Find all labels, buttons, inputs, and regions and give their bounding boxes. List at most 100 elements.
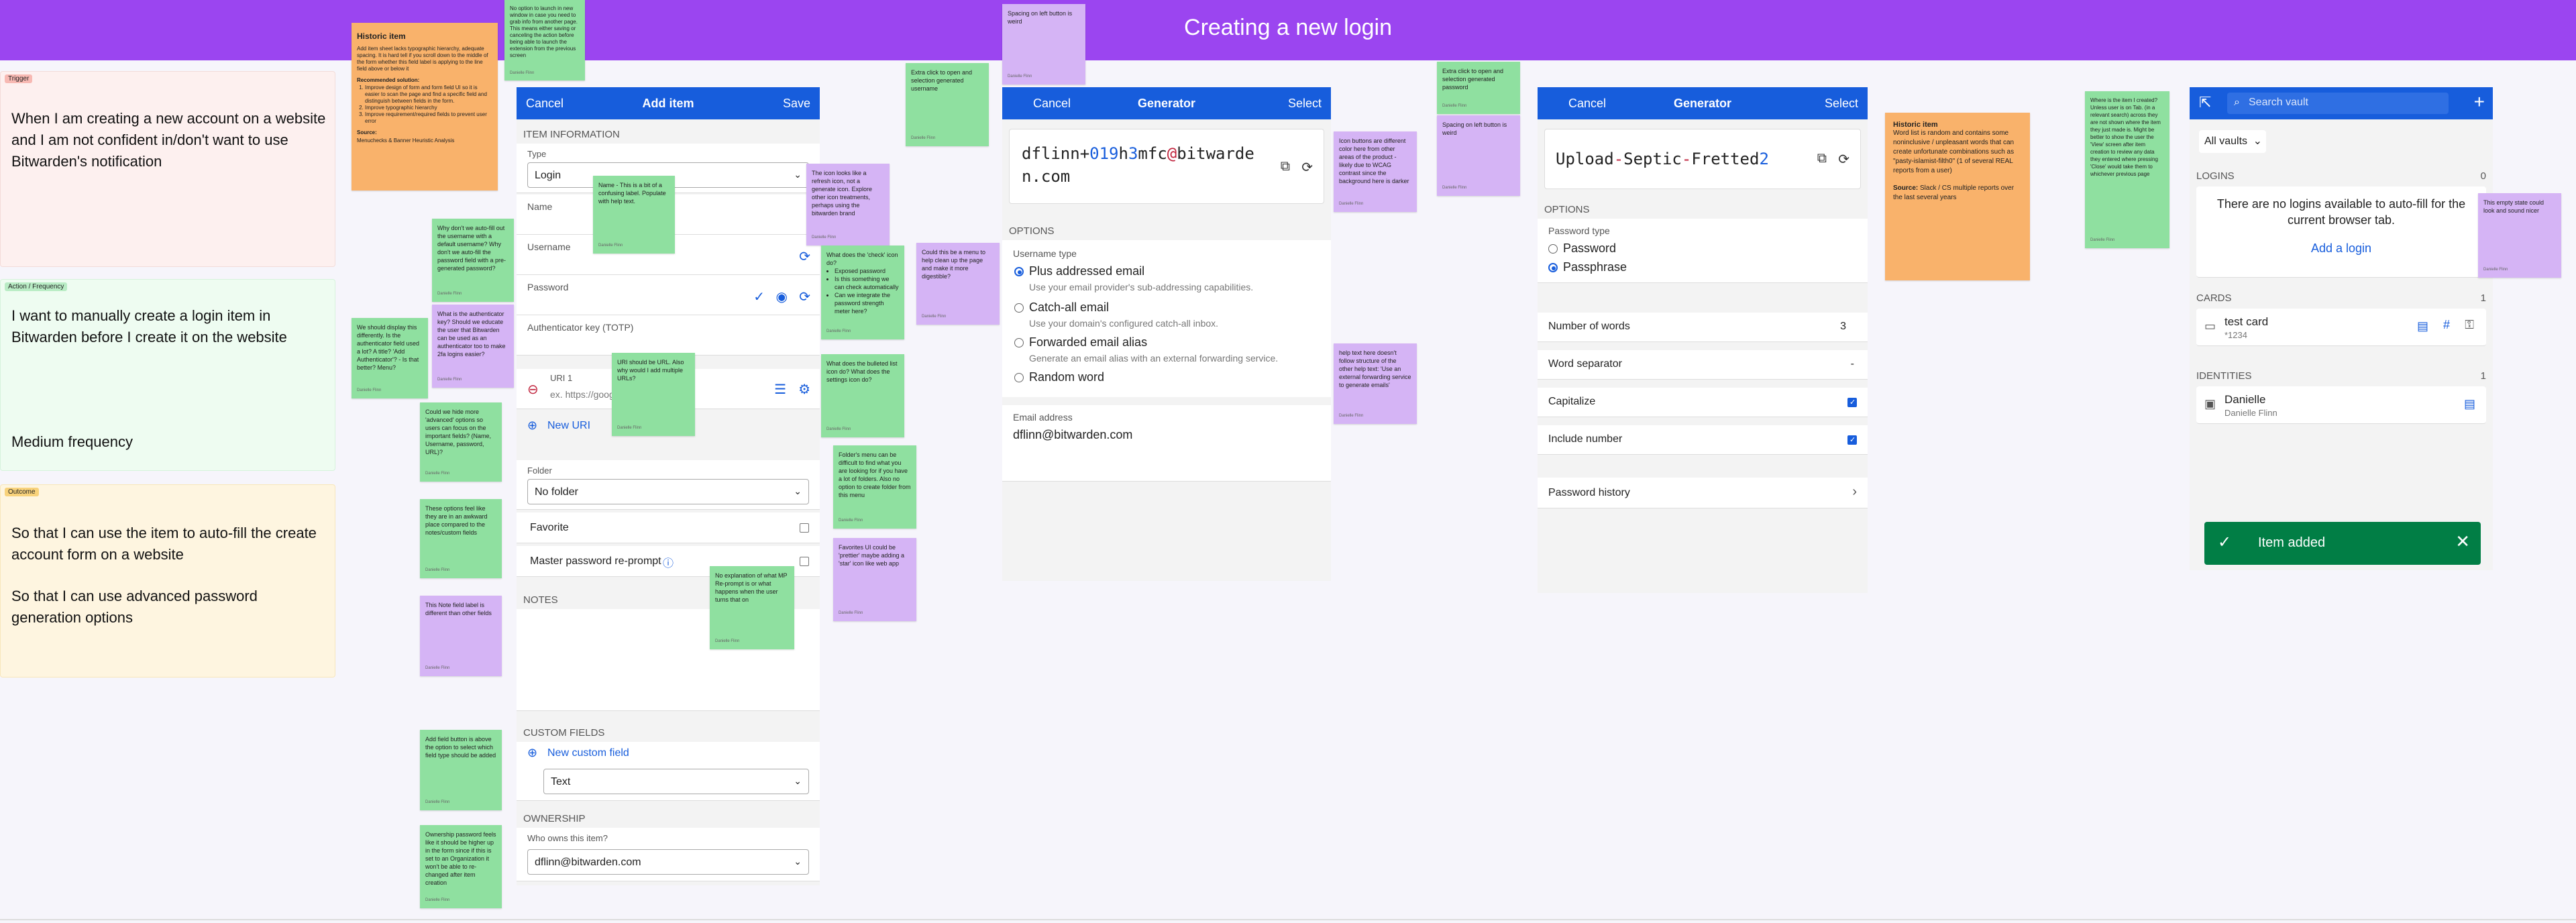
all-vaults-dropdown[interactable]: All vaults ⌄	[2199, 130, 2266, 153]
capitalize-row[interactable]: Capitalize	[1538, 388, 1868, 417]
view-password-icon[interactable]: ◉	[776, 288, 788, 305]
copy-icon[interactable]: ⧉	[1817, 151, 1827, 166]
sticky-uri: URI should be URL. Also why would I add …	[612, 353, 695, 436]
sticky-bulleted-list: What does the bulleted list icon do? Wha…	[821, 354, 904, 437]
sticky-icons-different: Icon buttons are different color here fr…	[1334, 131, 1417, 212]
sticky-autofill: Why don't we auto-fill out the username …	[432, 219, 514, 302]
favorite-checkbox[interactable]	[800, 523, 809, 533]
action-text: I want to manually create a login item i…	[11, 307, 287, 345]
item-added-toast: ✓ Item added ✕	[2204, 522, 2481, 565]
select-button[interactable]: Select	[1288, 97, 1322, 111]
include-number-row[interactable]: Include number	[1538, 425, 1868, 455]
chevron-right-icon: ›	[1852, 484, 1857, 499]
add-item-navbar: Cancel Add item Save	[517, 87, 820, 119]
password-type-group: Password type Password Passphrase	[1538, 219, 1868, 283]
sticky-menu: Could this be a menu to help clean up th…	[916, 243, 1000, 325]
settings-icon[interactable]: ⚙	[798, 381, 810, 398]
sticky-options-place: These options feel like they are in an a…	[420, 499, 502, 578]
trigger-card: Trigger When I am creating a new account…	[0, 71, 335, 267]
sticky-authkey: What is the authenticator key? Should we…	[432, 305, 514, 388]
sticky-new-window: No option to launch in new window in cas…	[504, 0, 585, 80]
reprompt-checkbox[interactable]	[800, 557, 809, 566]
generate-username-icon[interactable]: ⟳	[799, 248, 810, 265]
sticky-favorite: Favorites UI could be 'prettier' maybe a…	[833, 538, 916, 621]
popout-icon[interactable]: ⇱	[2199, 94, 2211, 111]
password-radio[interactable]	[1548, 244, 1558, 254]
sticky-spacing-2: Spacing on left button is weird Danielle …	[1437, 115, 1520, 196]
identities-count: 1	[2480, 370, 2486, 382]
close-icon[interactable]: ✕	[2455, 531, 2470, 552]
copy-identity-icon[interactable]: ▤	[2464, 397, 2475, 411]
vault-panel: ⇱ ⌕ Search vault + All vaults ⌄ LOGINS 0…	[2190, 87, 2493, 570]
email-address-input[interactable]: dflinn@bitwarden.com	[1013, 428, 1132, 442]
new-uri-button[interactable]: New URI	[547, 420, 590, 432]
copy-icon[interactable]: ⧉	[1281, 159, 1290, 174]
forwarded-alias-radio[interactable]	[1014, 338, 1024, 347]
sticky-add-field: Add field button is above the option to …	[420, 730, 502, 810]
generated-passphrase: Upload-Septic-Fretted2	[1556, 150, 1769, 168]
bottom-divider	[0, 919, 2576, 920]
add-login-link[interactable]: Add a login	[2196, 241, 2486, 256]
check-password-icon[interactable]: ✓	[753, 288, 765, 305]
word-separator-input[interactable]: -	[1851, 358, 1854, 370]
generate-password-icon[interactable]: ⟳	[799, 288, 810, 305]
action-tag: Action / Frequency	[5, 282, 68, 291]
sticky-refresh-icon: The icon looks like a refresh icon, not …	[806, 164, 890, 246]
card-item[interactable]: ▭ test card *1234 ▤ # ⚿	[2196, 309, 2486, 346]
save-button[interactable]: Save	[783, 97, 810, 111]
word-separator-row[interactable]: Word separator -	[1538, 350, 1868, 380]
sticky-advanced: Could we hide more 'advanced' options so…	[420, 402, 502, 482]
outcome-card: Outcome So that I can use the item to au…	[0, 484, 335, 677]
identities-heading: IDENTITIES	[2196, 370, 2252, 382]
random-word-radio[interactable]	[1014, 373, 1024, 382]
generated-username-box: dflinn+019h3mfc@bitwarde n.com ⧉ ⟳	[1009, 129, 1324, 204]
new-custom-field-button[interactable]: New custom field	[547, 747, 629, 759]
card-icon: ▭	[2204, 319, 2216, 333]
favorite-row[interactable]: Favorite	[517, 512, 820, 543]
sticky-extra-click-2: Extra click to open and selection genera…	[1437, 62, 1520, 114]
generator-password-panel: Cancel Generator Select Upload-Septic-Fr…	[1538, 87, 1868, 593]
password-history-row[interactable]: Password history ›	[1538, 478, 1868, 508]
regenerate-icon[interactable]: ⟳	[1301, 159, 1313, 176]
sticky-folders: Folder's menu can be difficult to find w…	[833, 445, 916, 529]
username-type-group: Username type Plus addressed email Use y…	[1002, 240, 1331, 482]
sticky-check-icon: What does the 'check' icon do? Exposed p…	[821, 246, 904, 339]
identity-item[interactable]: ▣ Danielle Danielle Flinn ▤	[2196, 386, 2486, 424]
sticky-display: We should display this differently. Is t…	[352, 318, 428, 398]
hash-icon[interactable]: #	[2443, 318, 2450, 332]
plus-addressed-radio[interactable]	[1014, 267, 1024, 276]
vault-navbar: ⇱ ⌕ Search vault +	[2190, 87, 2493, 119]
catch-all-radio[interactable]	[1014, 303, 1024, 313]
generated-username-line2: n.com	[1022, 167, 1071, 186]
regenerate-icon[interactable]: ⟳	[1838, 151, 1849, 168]
generator-title: Generator	[1137, 97, 1196, 110]
list-icon[interactable]: ☰	[774, 381, 786, 398]
copy-card-icon[interactable]: ▤	[2417, 319, 2428, 333]
sticky-ownership: Ownership password feels like it should …	[420, 825, 502, 908]
folder-select[interactable]: No folder ⌄	[527, 479, 809, 504]
custom-fields-heading: CUSTOM FIELDS	[523, 727, 605, 739]
logins-heading: LOGINS	[2196, 170, 2235, 182]
search-input[interactable]: ⌕ Search vault	[2227, 93, 2449, 114]
chevron-down-icon: ⌄	[794, 169, 802, 180]
add-field-icon: ⊕	[527, 746, 538, 759]
generated-password-box: Upload-Septic-Fretted2 ⧉ ⟳	[1544, 129, 1861, 189]
remove-uri-icon[interactable]: ⊖	[527, 381, 539, 398]
owner-select[interactable]: dflinn@bitwarden.com ⌄	[527, 849, 809, 875]
number-of-words-row[interactable]: Number of words 3	[1538, 313, 1868, 342]
sticky-notes-label: This Note field label is different than …	[420, 596, 502, 676]
add-icon[interactable]: +	[2474, 91, 2485, 113]
include-number-checkbox[interactable]	[1847, 435, 1857, 445]
capitalize-checkbox[interactable]	[1847, 398, 1857, 407]
help-icon[interactable]: ⓘ	[663, 554, 674, 570]
key-icon[interactable]: ⚿	[2465, 318, 2474, 332]
passphrase-radio[interactable]	[1548, 263, 1558, 272]
totp-field[interactable]: Authenticator key (TOTP)	[517, 315, 820, 356]
custom-fields-box: ⊕ New custom field Text ⌄	[517, 742, 820, 801]
custom-field-type-select[interactable]: Text ⌄	[543, 769, 809, 794]
select-button[interactable]: Select	[1825, 97, 1858, 111]
notes-heading: NOTES	[523, 594, 558, 606]
sticky-help-text: help text here doesn't follow structure …	[1334, 343, 1417, 424]
password-field[interactable]: Password ✓ ◉ ⟳	[517, 275, 820, 315]
number-of-words-input[interactable]: 3	[1840, 321, 1846, 333]
